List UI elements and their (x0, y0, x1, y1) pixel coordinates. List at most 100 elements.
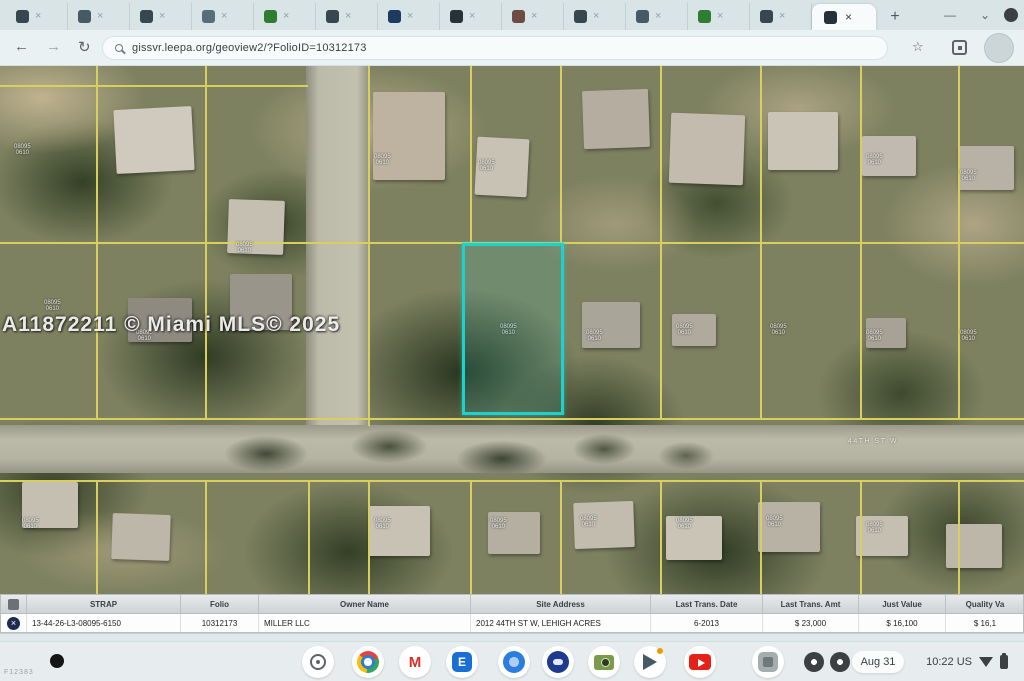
browser-tab[interactable]: × (440, 3, 502, 30)
house-roof (666, 516, 722, 560)
gray-app-button[interactable] (752, 646, 784, 678)
tab-favicon (760, 10, 773, 23)
tab-close-icon[interactable]: × (407, 11, 413, 22)
cell-just-value: $ 16,100 (859, 614, 946, 632)
header-strap: STRAP (27, 595, 181, 613)
road-vertical (306, 66, 370, 432)
tab-close-icon[interactable]: × (283, 11, 289, 22)
tab-close-icon[interactable]: × (35, 11, 41, 22)
browser-tab[interactable]: × (688, 3, 750, 30)
tab-close-icon[interactable]: × (531, 11, 537, 22)
tab-close-icon[interactable]: × (97, 11, 103, 22)
screen: × × × × × × × × × × × × × × + — ⌄ ← → ↻ gissvr.leepa… (0, 0, 1024, 681)
tab-menu-icon[interactable]: ⌄ (980, 8, 990, 22)
tab-close-icon[interactable]: × (469, 11, 475, 22)
cell-strap: 13-44-26-L3-08095-6150 (27, 614, 181, 632)
parcel-boundary-line (860, 480, 862, 594)
url-text[interactable]: gissvr.leepa.org/geoview2/?FolioID=10312… (132, 42, 367, 54)
tab-close-icon[interactable]: × (717, 11, 723, 22)
camera-icon (594, 655, 614, 670)
youtube-app-button[interactable] (684, 646, 716, 678)
tab-close-icon[interactable]: × (655, 11, 661, 22)
cell-last-trans-date: 6-2013 (651, 614, 763, 632)
address-bar[interactable]: gissvr.leepa.org/geoview2/?FolioID=10312… (102, 36, 888, 60)
tab-favicon (16, 10, 29, 23)
reload-icon[interactable]: ↻ (78, 38, 91, 56)
play-store-icon (643, 654, 657, 670)
minimize-icon[interactable]: — (944, 8, 956, 22)
table-scroll-strip[interactable] (0, 633, 1024, 641)
chrome-app-button[interactable] (352, 646, 384, 678)
parcel-attribute-table: STRAP Folio Owner Name Site Address Last… (0, 594, 1024, 633)
browser-tab[interactable]: × (254, 3, 316, 30)
browser-tab[interactable]: × (130, 3, 192, 30)
forward-icon[interactable]: → (46, 38, 61, 55)
tab-favicon (450, 10, 463, 23)
chat-app-button[interactable] (542, 646, 574, 678)
chat-bubble-icon (547, 651, 569, 673)
parcel-boundary-line (760, 480, 762, 594)
tab-list: × × × × × × × × × × × × × (6, 3, 812, 30)
settings-gear-icon[interactable] (804, 652, 824, 672)
mls-watermark: A11872211 © Miami MLS© 2025 (2, 313, 340, 337)
gmail-app-button[interactable]: M (399, 646, 431, 678)
status-tray[interactable]: 10:22 US (918, 651, 1014, 673)
files-app-button[interactable]: E (446, 646, 478, 678)
files-icon: E (452, 652, 472, 672)
browser-tab[interactable]: × (750, 3, 812, 30)
tabstrip-avatar[interactable] (1004, 8, 1018, 22)
blue-circle-icon (503, 651, 525, 673)
tab-close-icon[interactable]: × (845, 10, 852, 24)
browser-tabstrip: × × × × × × × × × × × × × × + — ⌄ (0, 0, 1024, 30)
browser-tab[interactable]: × (68, 3, 130, 30)
bookmark-icon[interactable]: ☆ (912, 39, 924, 55)
tab-close-icon[interactable]: × (159, 11, 165, 22)
status-dot-icon (50, 654, 64, 668)
parcel-number-label: 080950610 (960, 330, 977, 342)
highlighted-parcel[interactable] (462, 243, 564, 415)
parcel-number-label: 080950610 (374, 154, 391, 166)
photos-app-button[interactable] (588, 646, 620, 678)
browser-tab[interactable]: × (626, 3, 688, 30)
youtube-icon (689, 654, 711, 670)
browser-tab[interactable]: × (192, 3, 254, 30)
parcel-boundary-line (470, 66, 472, 242)
launcher-button[interactable] (302, 646, 334, 678)
new-tab-button[interactable]: + (884, 6, 906, 28)
row-zoom-icon[interactable]: × (7, 617, 20, 630)
active-tab[interactable]: × (812, 4, 876, 30)
browser-tab[interactable]: × (378, 3, 440, 30)
date-pill[interactable]: Aug 31 (852, 651, 904, 673)
row-zoom-cell[interactable]: × (1, 614, 27, 632)
tab-favicon (636, 10, 649, 23)
tab-close-icon[interactable]: × (221, 11, 227, 22)
tab-close-icon[interactable]: × (779, 11, 785, 22)
house-roof (768, 112, 838, 170)
table-row[interactable]: × 13-44-26-L3-08095-6150 10312173 MILLER… (0, 613, 1024, 633)
browser-tab[interactable]: × (564, 3, 626, 30)
screenshot-icon[interactable] (952, 40, 967, 55)
browser-tab[interactable]: × (6, 3, 68, 30)
header-quality-value: Quality Va (946, 595, 1024, 613)
profile-avatar[interactable] (984, 33, 1014, 63)
parcel-number-label: 080950610 (866, 154, 883, 166)
blue-circle-app-button[interactable] (498, 646, 530, 678)
header-folio: Folio (181, 595, 259, 613)
browser-tab[interactable]: × (316, 3, 378, 30)
parcel-number-label: 080950610 (770, 324, 787, 336)
cell-last-trans-amt: $ 23,000 (763, 614, 859, 632)
gear-icon[interactable] (830, 652, 850, 672)
map[interactable]: 080950610 080950610 080950610 080950610 0809… (0, 66, 1024, 594)
header-site-address: Site Address (471, 595, 651, 613)
filter-icon[interactable] (8, 599, 19, 610)
browser-tab[interactable]: × (502, 3, 564, 30)
parcel-number-label: 080950610 (490, 518, 507, 530)
play-store-button[interactable] (634, 646, 666, 678)
parcel-boundary-line (0, 418, 1024, 420)
parcel-number-label: 080950610 (14, 144, 31, 156)
tab-close-icon[interactable]: × (345, 11, 351, 22)
house-roof (582, 89, 650, 149)
house-roof (946, 524, 1002, 568)
tab-close-icon[interactable]: × (593, 11, 599, 22)
back-icon[interactable]: ← (14, 38, 29, 55)
